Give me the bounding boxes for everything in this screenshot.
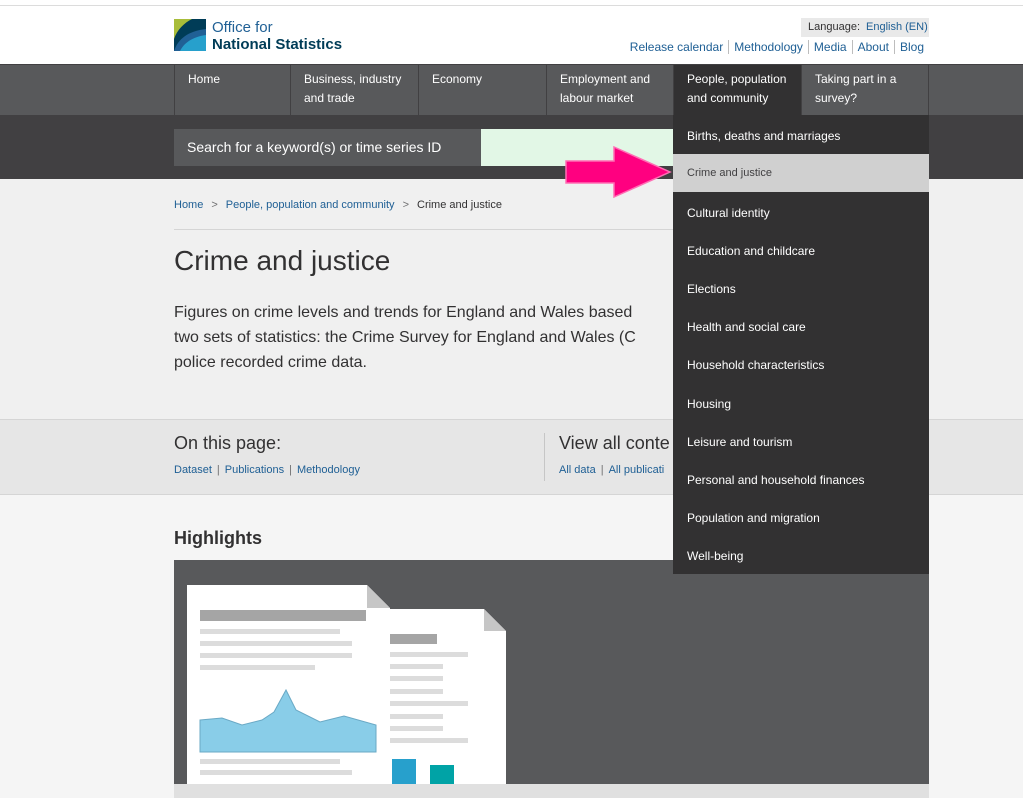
media-link[interactable]: Media [807, 40, 852, 54]
blog-link[interactable]: Blog [893, 40, 929, 54]
highlight-panel[interactable] [174, 560, 929, 784]
on-this-page-heading: On this page: [174, 433, 282, 453]
breadcrumb-people[interactable]: People, population and community [226, 199, 395, 211]
view-all-links: All data | All publicati [559, 464, 674, 476]
ons-logo-icon [174, 19, 206, 51]
summary-line: two sets of statistics: the Crime Survey… [174, 329, 636, 346]
dropdown-item-cultural-identity[interactable]: Cultural identity [673, 194, 929, 232]
dropdown-item-health[interactable]: Health and social care [673, 308, 929, 346]
primary-nav: Home Business, industry and trade Econom… [0, 64, 1023, 115]
dropdown-item-crime-justice[interactable]: Crime and justice [673, 154, 929, 192]
all-data-link[interactable]: All data [559, 464, 596, 476]
language-link[interactable]: English (EN) [866, 21, 928, 33]
nav-item-home[interactable]: Home [174, 65, 290, 115]
publications-link[interactable]: Publications [225, 464, 284, 476]
dropdown-item-population-migration[interactable]: Population and migration [673, 499, 929, 537]
nav-item-taking-part[interactable]: Taking part in a survey? [801, 65, 929, 115]
nav-item-people[interactable]: People, population and community [673, 65, 801, 115]
methodology-section-link[interactable]: Methodology [297, 464, 360, 476]
nav-item-business[interactable]: Business, industry and trade [290, 65, 418, 115]
highlight-panel-footer [174, 784, 929, 798]
documents-illustration [187, 585, 506, 784]
dropdown-item-household-characteristics[interactable]: Household characteristics [673, 346, 929, 384]
front-document-icon [187, 585, 390, 784]
link-divider: | [600, 464, 604, 476]
methodology-link[interactable]: Methodology [728, 40, 808, 54]
link-divider: | [216, 464, 220, 476]
summary-line: Figures on crime levels and trends for E… [174, 304, 633, 321]
on-this-page-section: On this page: Dataset | Publications | Metho… [174, 433, 360, 476]
on-this-page-links: Dataset | Publications | Methodology [174, 464, 360, 476]
dropdown-item-education[interactable]: Education and childcare [673, 232, 929, 270]
all-publications-link[interactable]: All publicati [609, 464, 665, 476]
about-link[interactable]: About [851, 40, 894, 54]
logo-text: Office for National Statistics [212, 19, 342, 53]
page-title: Crime and justice [174, 245, 391, 276]
view-all-heading: View all conte [559, 433, 670, 453]
language-label: Language: [808, 21, 860, 33]
nav-item-employment[interactable]: Employment and labour market [546, 65, 673, 115]
language-selector: Language: English (EN) [801, 18, 929, 37]
pointer-arrow-icon [565, 145, 672, 199]
ons-logo[interactable]: Office for National Statistics [174, 19, 344, 55]
breadcrumb-separator: > [211, 199, 218, 211]
breadcrumb-home[interactable]: Home [174, 199, 203, 211]
dropdown-item-births[interactable]: Births, deaths and marriages [673, 117, 929, 155]
view-all-section: View all conte All data | All publicati [544, 433, 674, 481]
dropdown-item-finances[interactable]: Personal and household finances [673, 461, 929, 499]
highlights-title: Highlights [174, 528, 262, 548]
logo-line1: Office for [212, 19, 273, 36]
back-document-icon [384, 609, 506, 784]
logo-line2: National Statistics [212, 36, 343, 53]
link-divider: | [289, 464, 292, 476]
search-input[interactable]: Search for a keyword(s) or time series I… [174, 129, 481, 166]
release-calendar-link[interactable]: Release calendar [625, 40, 728, 54]
people-population-dropdown: Births, deaths and marriages Crime and j… [673, 115, 929, 574]
breadcrumb-divider [174, 229, 674, 230]
dropdown-item-wellbeing[interactable]: Well-being [673, 537, 929, 575]
dropdown-item-elections[interactable]: Elections [673, 270, 929, 308]
site-header: Office for National Statistics Language:… [0, 6, 1023, 64]
breadcrumb-separator: > [402, 199, 409, 211]
utility-links: Release calendar Methodology Media About Blo… [625, 39, 929, 55]
dataset-link[interactable]: Dataset [174, 464, 212, 476]
breadcrumb-current: Crime and justice [417, 199, 502, 211]
summary-line: police recorded crime data. [174, 354, 367, 371]
breadcrumb: Home > People, population and community > Cr… [174, 199, 502, 211]
nav-item-economy[interactable]: Economy [418, 65, 546, 115]
dropdown-item-housing[interactable]: Housing [673, 385, 929, 423]
page-summary: Figures on crime levels and trends for E… [174, 300, 674, 375]
dropdown-item-leisure[interactable]: Leisure and tourism [673, 423, 929, 461]
